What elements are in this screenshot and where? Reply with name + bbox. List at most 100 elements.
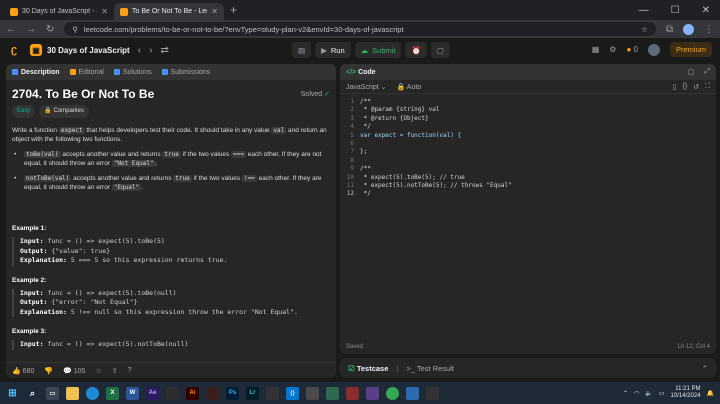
notes-button[interactable]: ▢ <box>430 42 450 58</box>
bookmark-icon[interactable]: ▯ <box>673 83 677 91</box>
timer-button[interactable]: ⏰ <box>405 42 427 58</box>
windows-start-icon[interactable]: ⊞ <box>6 387 19 400</box>
after-effects-icon[interactable]: Ae <box>146 386 159 400</box>
back-icon[interactable]: ← <box>6 24 16 35</box>
maximize-icon[interactable]: ☐ <box>671 5 680 16</box>
like-button[interactable]: 👍 680 <box>12 367 34 375</box>
app-icon[interactable] <box>206 386 219 400</box>
premium-button[interactable]: Premium <box>669 42 712 57</box>
tab-code[interactable]: </> Code <box>346 69 376 76</box>
settings-gear-icon[interactable]: ⚙ <box>609 45 616 54</box>
close-tab-icon[interactable]: ✕ <box>101 7 108 16</box>
code-editor[interactable]: 1 /** 2 * @param {string} val 3 * @return… <box>340 94 716 199</box>
app-icon[interactable] <box>326 386 339 400</box>
vscode-icon[interactable]: ⟨⟩ <box>286 386 299 400</box>
debug-button[interactable]: ▤ <box>292 42 312 58</box>
battery-icon[interactable]: ▭ <box>659 390 665 397</box>
wifi-icon[interactable]: ◠ <box>634 390 639 397</box>
favorite-star-icon[interactable]: ☆ <box>95 367 101 375</box>
volume-icon[interactable]: 🔈 <box>645 390 652 397</box>
chevron-up-icon[interactable]: ⌃ <box>623 390 628 397</box>
code-line: 5 var expect = function(val) { <box>340 132 716 140</box>
leetcode-header: ʗ ▣ 30 Days of JavaScript ‹ › ⇄ ▤ ▶ Run ☁… <box>0 38 720 62</box>
problem-title[interactable]: 2704. To Be Or Not To Be <box>12 88 154 100</box>
site-info-icon[interactable]: ⚲ <box>72 25 78 34</box>
chrome-icon[interactable] <box>386 386 399 400</box>
app-icon[interactable] <box>346 386 359 400</box>
problem-title-row: 2704. To Be Or Not To Be Solved ✓ <box>12 88 330 100</box>
tab-testcase[interactable]: ☑ Testcase <box>348 364 388 373</box>
help-icon[interactable]: ? <box>128 367 132 374</box>
share-icon[interactable]: ⇪ <box>112 367 118 375</box>
companies-badge[interactable]: 🔒 Companies <box>39 105 89 118</box>
leetcode-logo-icon[interactable]: ʗ <box>8 44 20 56</box>
inline-code: "Not Equal" <box>111 160 156 167</box>
browser-menu-icon[interactable]: ⋮ <box>704 24 714 35</box>
example-explanation: 5 !== null so this expression throw the … <box>70 307 298 316</box>
reset-icon[interactable]: ↺ <box>693 83 699 91</box>
url-input[interactable]: ⚲ leetcode.com/problems/to-be-or-not-to-… <box>64 22 656 36</box>
user-avatar[interactable] <box>647 43 660 56</box>
close-window-icon[interactable]: ✕ <box>702 5 710 16</box>
editor-status-bar: Saved Ln 12, Col 4 <box>340 340 716 354</box>
auto-complete-toggle[interactable]: 🔒 Auto <box>397 83 422 91</box>
bookmark-star-icon[interactable]: ☆ <box>641 25 648 34</box>
dislike-button[interactable]: 👎 <box>44 367 53 375</box>
code-line: 12 */ <box>340 190 716 198</box>
leetcode-favicon-icon <box>120 7 128 16</box>
coins-counter[interactable]: ● 0 <box>626 45 638 54</box>
language-select[interactable]: JavaScript ⌄ <box>346 83 387 91</box>
line-number: 2 <box>350 106 354 114</box>
fullscreen-icon[interactable]: ⛶ <box>705 83 710 91</box>
app-icon[interactable] <box>406 386 419 400</box>
app-icon[interactable] <box>426 386 439 400</box>
tab-submissions[interactable]: Submissions <box>161 69 210 76</box>
expand-up-icon[interactable]: ⌃ <box>702 364 708 373</box>
minimize-icon[interactable]: — <box>639 5 649 16</box>
extensions-icon[interactable]: ⧉ <box>666 24 673 35</box>
next-problem-icon[interactable]: › <box>149 45 152 56</box>
word-icon[interactable]: W <box>126 386 139 400</box>
photoshop-icon[interactable]: Ps <box>226 386 239 400</box>
new-tab-button[interactable]: + <box>230 3 237 17</box>
code-line: 9 /** <box>340 165 716 173</box>
study-plan-link[interactable]: ▣ 30 Days of JavaScript <box>30 44 130 56</box>
notification-bell-icon[interactable]: 🔔 <box>707 390 714 397</box>
app-icon[interactable] <box>366 386 379 400</box>
illustrator-icon[interactable]: Ai <box>186 386 199 400</box>
braces-icon[interactable]: {} <box>683 83 688 91</box>
browser-tab-study-plan[interactable]: 30 Days of JavaScript - Study P ✕ <box>4 3 114 20</box>
tab-description[interactable]: Description <box>12 69 60 76</box>
forward-icon[interactable]: → <box>26 24 36 35</box>
reload-icon[interactable]: ↻ <box>46 24 54 35</box>
shuffle-icon[interactable]: ⇄ <box>160 45 168 56</box>
excel-icon[interactable]: X <box>106 386 119 400</box>
app-icon[interactable] <box>306 386 319 400</box>
file-explorer-icon[interactable] <box>66 386 79 400</box>
profile-avatar[interactable] <box>683 23 694 35</box>
prev-problem-icon[interactable]: ‹ <box>138 45 141 56</box>
tab-test-result[interactable]: >_ Test Result <box>406 364 454 373</box>
tab-editorial[interactable]: Editorial <box>69 69 104 76</box>
browser-tab-problem[interactable]: To Be Or Not To Be - LeetCode ✕ <box>114 3 224 20</box>
example-output: {"value": true} <box>51 246 111 255</box>
close-tab-icon[interactable]: ✕ <box>211 7 218 16</box>
clock[interactable]: 11:21 PM 10/14/2024 <box>670 386 700 400</box>
code-line: 10 * expect(5).toBe(5); // true <box>340 174 716 182</box>
run-button[interactable]: ▶ Run <box>315 42 351 58</box>
app-icon[interactable] <box>166 386 179 400</box>
edge-icon[interactable] <box>86 386 99 400</box>
task-view-icon[interactable]: ▭ <box>46 386 59 400</box>
debug-icon: ▤ <box>298 45 306 55</box>
expand-icon[interactable]: ⤢ <box>704 68 710 76</box>
code-line: 4 */ <box>340 123 716 131</box>
submit-button[interactable]: ☁ Submit <box>354 42 402 58</box>
app-icon[interactable] <box>266 386 279 400</box>
maximize-panel-icon[interactable]: ▢ <box>688 68 695 76</box>
comments-button[interactable]: 💬 105 <box>63 367 85 375</box>
thumbs-down-icon: 👎 <box>44 367 54 375</box>
search-icon[interactable]: ⌕ <box>26 387 39 400</box>
layout-icon[interactable]: ▦ <box>592 45 600 54</box>
lightroom-icon[interactable]: Lr <box>246 386 259 400</box>
tab-solutions[interactable]: Solutions <box>113 69 152 76</box>
